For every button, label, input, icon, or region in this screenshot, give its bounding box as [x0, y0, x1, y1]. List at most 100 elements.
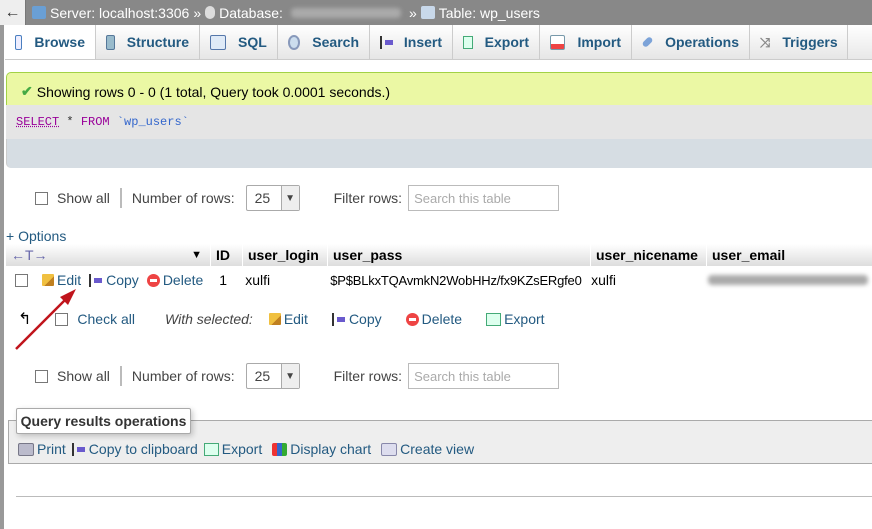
- cell-user-pass: $P$BLkxTQAvmkN2WobHHz/fx9KZsERgfe0: [330, 272, 582, 288]
- export-icon: [486, 312, 502, 326]
- tab-label: Import: [577, 34, 621, 50]
- tab-label: Insert: [403, 34, 442, 50]
- copy-to-clipboard-label: Copy to clipboard: [88, 441, 198, 457]
- copy-icon: [331, 312, 346, 326]
- tab-sql[interactable]: SQL: [200, 25, 278, 59]
- query-results-operations-links: Print Copy to clipboard Export Display c…: [18, 441, 474, 457]
- rows-value: 25: [254, 190, 271, 206]
- top-navigation: Show all Number of rows: 25 ▼ Filter rows…: [35, 185, 560, 211]
- cell-user-email-blurred: [708, 275, 869, 285]
- divider: [119, 366, 122, 386]
- tab-operations[interactable]: Operations: [632, 25, 750, 59]
- bulk-edit-button[interactable]: Edit: [268, 311, 308, 327]
- column-header-id[interactable]: ID: [210, 244, 242, 266]
- print-link[interactable]: Print: [18, 441, 66, 457]
- annotation-arrow-icon: [15, 289, 76, 350]
- print-label: Print: [37, 441, 66, 457]
- show-all-checkbox[interactable]: [35, 191, 48, 205]
- filter-input[interactable]: Search this table: [408, 363, 560, 389]
- bulk-actions: ↰ Check all With selected: Edit Copy Del…: [18, 309, 545, 329]
- tab-label: Export: [484, 34, 529, 50]
- sql-table: `wp_users`: [109, 115, 189, 129]
- tab-label: Triggers: [782, 34, 838, 50]
- rows-select[interactable]: 25 ▼: [245, 185, 300, 211]
- copy-to-clipboard-link[interactable]: Copy to clipboard: [71, 441, 198, 457]
- column-header-user-pass[interactable]: user_pass: [327, 244, 590, 266]
- breadcrumb-database[interactable]: Database:: [219, 5, 283, 21]
- export-icon: [463, 35, 473, 49]
- row-delete-link[interactable]: Delete: [146, 272, 204, 288]
- options-toggle[interactable]: + Options: [6, 228, 66, 244]
- edit-label: Edit: [283, 311, 308, 327]
- copy-icon: [71, 442, 86, 456]
- tab-insert[interactable]: Insert: [370, 25, 453, 59]
- breadcrumb-table[interactable]: Table: wp_users: [439, 5, 540, 21]
- export-label: Export: [504, 311, 545, 327]
- tab-triggers[interactable]: ⤨ Triggers: [750, 25, 848, 59]
- filter-label: Filter rows:: [333, 368, 403, 384]
- table-icon: [420, 6, 435, 19]
- import-icon: [550, 34, 566, 50]
- tab-import[interactable]: Import: [540, 25, 632, 59]
- chart-icon: [272, 442, 288, 456]
- filter-label: Filter rows:: [333, 190, 403, 206]
- check-icon: ✔: [21, 83, 33, 99]
- filter-input[interactable]: Search this table: [408, 185, 560, 211]
- browse-icon: [15, 34, 23, 50]
- delete-label: Delete: [421, 311, 463, 327]
- export-link[interactable]: Export: [203, 441, 263, 457]
- tab-label: Operations: [665, 34, 739, 50]
- database-name-blurred: [290, 7, 401, 18]
- column-header-user-login[interactable]: user_login: [242, 244, 327, 266]
- show-all-label[interactable]: Show all: [57, 368, 110, 384]
- table-header: ←T→ ▼ ID user_login user_pass user_nicena…: [6, 244, 872, 266]
- print-icon: [18, 442, 34, 456]
- sql-keyword[interactable]: SELECT: [16, 115, 59, 129]
- tab-label: Browse: [34, 34, 85, 50]
- sql-query: SELECT * FROM `wp_users`: [6, 105, 872, 139]
- left-border: [0, 25, 4, 529]
- column-header-user-email[interactable]: user_email: [706, 244, 872, 266]
- copy-label: Copy: [348, 311, 382, 327]
- structure-icon: [106, 34, 115, 50]
- insert-icon: [380, 35, 393, 49]
- tab-structure[interactable]: Structure: [96, 25, 200, 59]
- copy-label: Copy: [106, 272, 139, 288]
- triggers-icon: ⤨: [760, 34, 771, 50]
- bulk-delete-button[interactable]: Delete: [405, 311, 463, 327]
- breadcrumb-server[interactable]: Server: localhost:3306: [50, 5, 189, 21]
- back-button[interactable]: ←: [0, 0, 26, 25]
- show-all-checkbox[interactable]: [35, 369, 48, 383]
- tab-label: Structure: [126, 34, 189, 50]
- database-icon: [205, 6, 216, 19]
- check-all-label[interactable]: Check all: [77, 311, 135, 327]
- with-selected-label: With selected:: [165, 311, 253, 327]
- column-resize-arrows-icon[interactable]: ←T→: [11, 247, 48, 263]
- display-chart-link[interactable]: Display chart: [272, 441, 371, 457]
- cell-id: 1: [219, 272, 228, 288]
- delete-icon: [405, 312, 419, 326]
- row-copy-link[interactable]: Copy: [89, 272, 139, 288]
- divider: [119, 188, 122, 208]
- export-label: Export: [221, 441, 263, 457]
- rows-value: 25: [254, 368, 271, 384]
- tab-search[interactable]: Search: [278, 25, 370, 59]
- bulk-export-button[interactable]: Export: [486, 311, 545, 327]
- sort-dropdown-icon[interactable]: ▼: [191, 249, 202, 261]
- bulk-copy-button[interactable]: Copy: [331, 311, 382, 327]
- breadcrumb-bar: ← Server: localhost:3306 » Database: » T…: [0, 0, 872, 25]
- delete-label: Delete: [162, 272, 204, 288]
- query-results-operations-title: Query results operations: [16, 408, 191, 434]
- copy-icon: [89, 273, 103, 287]
- breadcrumb-separator: »: [193, 4, 202, 21]
- column-header-user-nicename[interactable]: user_nicename: [590, 244, 706, 266]
- delete-icon: [146, 273, 160, 287]
- create-view-link[interactable]: Create view: [381, 441, 474, 457]
- show-all-label[interactable]: Show all: [57, 190, 110, 206]
- tab-export[interactable]: Export: [453, 25, 540, 59]
- display-chart-label: Display chart: [290, 441, 372, 457]
- rows-select[interactable]: 25 ▼: [245, 363, 300, 389]
- tab-browse[interactable]: Browse: [5, 25, 96, 59]
- create-view-label: Create view: [400, 441, 475, 457]
- cell-user-nicename: xulfi: [591, 272, 617, 288]
